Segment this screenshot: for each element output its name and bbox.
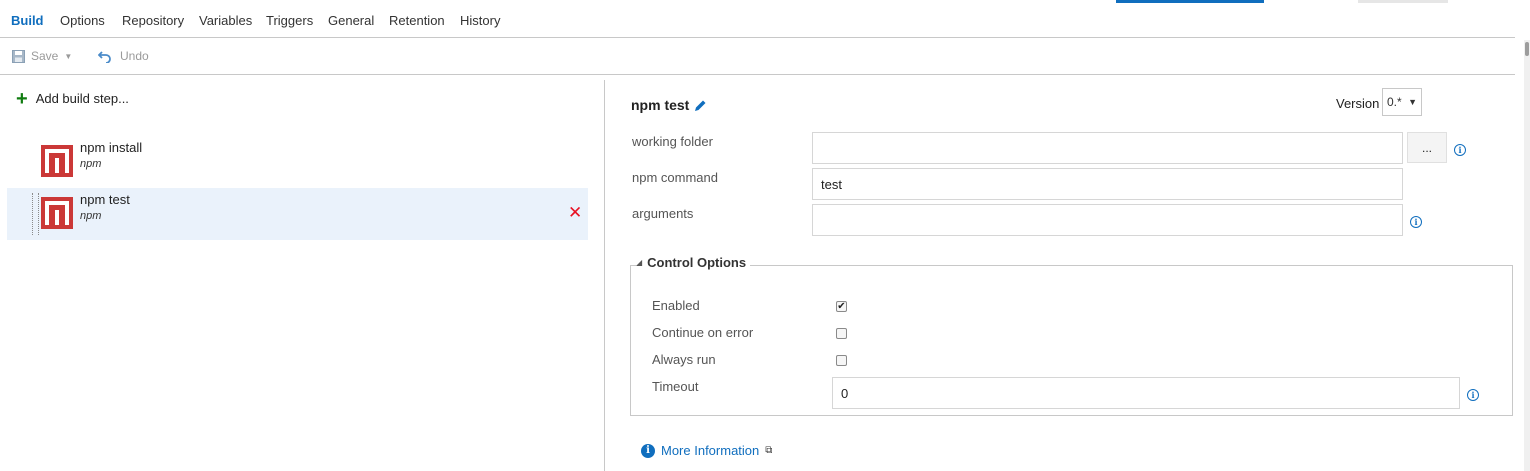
- continue-on-error-checkbox[interactable]: [836, 328, 847, 339]
- tab-retention[interactable]: Retention: [389, 13, 445, 28]
- version-select[interactable]: 0.* ▼: [1382, 88, 1422, 116]
- tab-build[interactable]: Build: [11, 13, 44, 28]
- continue-on-error-label: Continue on error: [652, 325, 754, 340]
- version-value: 0.*: [1387, 95, 1402, 109]
- external-link-icon: ⧉: [765, 445, 773, 456]
- save-label: Save: [31, 49, 59, 63]
- more-information-label: More Information: [661, 443, 760, 458]
- undo-arrow-icon: [98, 51, 111, 63]
- npm-icon: [41, 197, 73, 229]
- tab-general[interactable]: General: [328, 13, 374, 28]
- arguments-label: arguments: [632, 206, 694, 221]
- undo-label: Undo: [120, 49, 149, 63]
- add-build-step-button[interactable]: + Add build step...: [16, 87, 129, 110]
- tab-bar: Build Options Repository Variables Trigg…: [0, 0, 1515, 38]
- arguments-input[interactable]: [812, 204, 1403, 236]
- add-build-step-label: Add build step...: [35, 91, 129, 106]
- tab-variables[interactable]: Variables: [199, 13, 252, 28]
- npm-command-label: npm command: [632, 170, 718, 185]
- task-row-npm-install[interactable]: npm install npm: [7, 136, 588, 188]
- control-options-header[interactable]: ◢ Control Options: [636, 255, 751, 270]
- plus-icon: +: [16, 87, 28, 110]
- version-label: Version: [1336, 96, 1380, 111]
- save-button[interactable]: Save ▼: [12, 49, 72, 63]
- scrollbar-thumb[interactable]: [1525, 42, 1529, 56]
- collapse-triangle-icon: ◢: [636, 258, 643, 267]
- always-run-label: Always run: [652, 352, 716, 367]
- always-run-checkbox[interactable]: [836, 355, 847, 366]
- npm-icon: [41, 145, 73, 177]
- timeout-input[interactable]: 0: [832, 377, 1460, 409]
- task-title: npm test: [631, 97, 707, 113]
- vertical-scrollbar[interactable]: [1524, 40, 1530, 471]
- pencil-icon[interactable]: [694, 99, 707, 112]
- info-icon[interactable]: i: [1467, 389, 1479, 401]
- toolbar: Save ▼ Undo: [0, 38, 1515, 75]
- info-icon[interactable]: i: [1454, 144, 1466, 156]
- tab-repository[interactable]: Repository: [122, 13, 184, 28]
- drag-handle-icon[interactable]: [32, 193, 39, 235]
- timeout-label: Timeout: [652, 379, 699, 394]
- npm-command-input[interactable]: test: [812, 168, 1403, 200]
- task-title-text: npm test: [631, 97, 690, 113]
- floppy-disk-icon: [12, 49, 25, 63]
- task-name: npm install: [80, 140, 143, 155]
- tab-history[interactable]: History: [460, 13, 500, 28]
- task-type: npm: [80, 158, 102, 170]
- dropdown-arrow-icon: ▼: [1408, 97, 1417, 107]
- info-icon[interactable]: i: [1410, 216, 1422, 228]
- working-folder-label: working folder: [632, 134, 713, 149]
- task-row-npm-test[interactable]: npm test npm ✕: [7, 188, 588, 240]
- undo-button[interactable]: Undo: [98, 49, 149, 63]
- task-type: npm: [80, 210, 102, 222]
- enabled-label: Enabled: [652, 298, 700, 313]
- enabled-checkbox[interactable]: ✔: [836, 301, 847, 312]
- tab-options[interactable]: Options: [60, 13, 105, 28]
- tab-triggers[interactable]: Triggers: [266, 13, 313, 28]
- chevron-down-icon[interactable]: ▼: [64, 52, 72, 61]
- delete-task-icon[interactable]: ✕: [568, 204, 582, 221]
- browse-button[interactable]: ...: [1407, 132, 1447, 163]
- task-name: npm test: [80, 192, 130, 207]
- control-options-title: Control Options: [647, 255, 747, 270]
- pane-splitter[interactable]: [604, 80, 605, 471]
- more-information-link[interactable]: i More Information ⧉: [641, 443, 772, 458]
- working-folder-input[interactable]: [812, 132, 1403, 164]
- info-circle-icon: i: [641, 443, 655, 458]
